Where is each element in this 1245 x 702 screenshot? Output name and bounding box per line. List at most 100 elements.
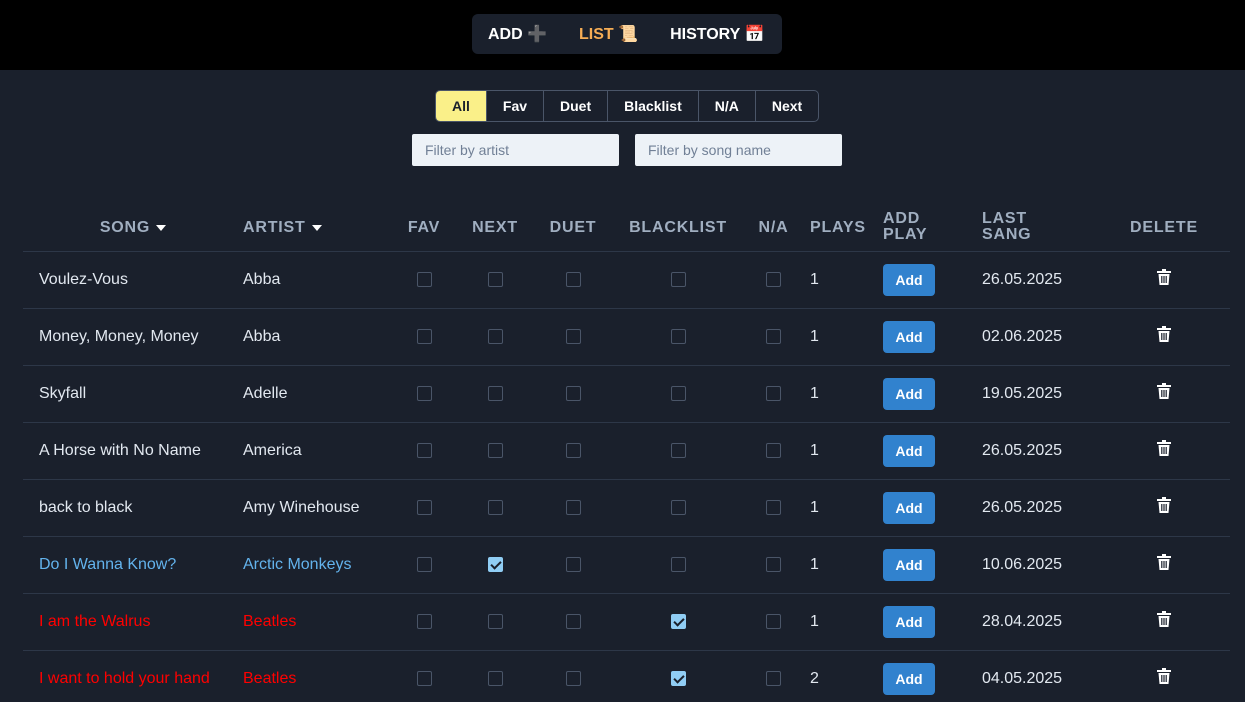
fav-checkbox[interactable]: [416, 670, 432, 686]
duet-checkbox[interactable]: [565, 556, 581, 572]
fav-checkbox[interactable]: [416, 385, 432, 401]
trash-icon[interactable]: [1157, 383, 1171, 404]
add-play-cell: Add: [883, 650, 982, 702]
add-play-button[interactable]: Add: [883, 434, 935, 467]
sort-caret-icon: [156, 224, 167, 231]
duet-checkbox[interactable]: [565, 670, 581, 686]
na-checkbox[interactable]: [766, 556, 781, 572]
blacklist-checkbox[interactable]: [670, 670, 686, 686]
na-checkbox[interactable]: [766, 385, 781, 401]
duet-cell: [535, 593, 611, 651]
next-cell: [455, 593, 535, 651]
next-checkbox[interactable]: [487, 328, 503, 344]
column-header-song[interactable]: SONG: [23, 205, 243, 252]
trash-icon[interactable]: [1157, 611, 1171, 632]
na-checkbox[interactable]: [766, 613, 781, 629]
filter-fav-button[interactable]: Fav: [487, 91, 545, 121]
table-row: back to black Amy Winehouse 1 Add 26.05.2025: [23, 479, 1230, 537]
fav-cell: [393, 422, 455, 480]
filter-blacklist-button[interactable]: Blacklist: [608, 91, 699, 121]
na-cell: [745, 251, 802, 309]
filter-tabs: All Fav Duet Blacklist N/A Next: [435, 90, 820, 122]
fav-checkbox[interactable]: [416, 613, 432, 629]
fav-cell: [393, 365, 455, 423]
blacklist-checkbox[interactable]: [670, 442, 686, 458]
next-cell: [455, 422, 535, 480]
na-cell: [745, 650, 802, 702]
add-play-button[interactable]: Add: [883, 605, 935, 638]
blacklist-cell: [611, 479, 745, 537]
add-play-button[interactable]: Add: [883, 662, 935, 695]
artist-name: Beatles: [243, 650, 393, 702]
nav-list[interactable]: LIST 📜: [579, 24, 638, 44]
trash-icon[interactable]: [1157, 269, 1171, 290]
column-header-add-play: ADD PLAY: [883, 205, 982, 252]
blacklist-checkbox[interactable]: [670, 613, 686, 629]
blacklist-checkbox[interactable]: [670, 271, 686, 287]
last-sang-date: 26.05.2025: [982, 422, 1098, 480]
add-play-cell: Add: [883, 308, 982, 366]
next-checkbox[interactable]: [487, 556, 503, 572]
add-play-button[interactable]: Add: [883, 491, 935, 524]
trash-icon[interactable]: [1157, 326, 1171, 347]
add-play-button[interactable]: Add: [883, 320, 935, 353]
add-play-button[interactable]: Add: [883, 263, 935, 296]
blacklist-cell: [611, 251, 745, 309]
filter-all-button[interactable]: All: [436, 91, 487, 121]
duet-checkbox[interactable]: [565, 271, 581, 287]
song-name: I want to hold your hand: [23, 650, 243, 702]
song-name: back to black: [23, 479, 243, 537]
na-checkbox[interactable]: [766, 499, 781, 515]
nav-add[interactable]: ADD ➕: [488, 24, 547, 44]
duet-checkbox[interactable]: [565, 499, 581, 515]
next-checkbox[interactable]: [487, 385, 503, 401]
duet-checkbox[interactable]: [565, 328, 581, 344]
next-checkbox[interactable]: [487, 499, 503, 515]
filter-duet-button[interactable]: Duet: [544, 91, 609, 121]
add-play-cell: Add: [883, 422, 982, 480]
na-cell: [745, 536, 802, 594]
na-checkbox[interactable]: [766, 271, 781, 287]
na-checkbox[interactable]: [766, 442, 781, 458]
duet-checkbox[interactable]: [565, 613, 581, 629]
column-header-artist[interactable]: ARTIST: [243, 205, 393, 252]
blacklist-checkbox[interactable]: [670, 328, 686, 344]
artist-filter-input[interactable]: [412, 134, 619, 166]
fav-checkbox[interactable]: [416, 556, 432, 572]
filter-next-button[interactable]: Next: [756, 91, 818, 121]
duet-checkbox[interactable]: [565, 385, 581, 401]
blacklist-cell: [611, 650, 745, 702]
fav-checkbox[interactable]: [416, 442, 432, 458]
trash-icon[interactable]: [1157, 440, 1171, 461]
fav-checkbox[interactable]: [416, 499, 432, 515]
last-sang-date: 04.05.2025: [982, 650, 1098, 702]
trash-icon[interactable]: [1157, 554, 1171, 575]
delete-cell: [1098, 308, 1230, 366]
trash-icon[interactable]: [1157, 497, 1171, 518]
na-checkbox[interactable]: [766, 328, 781, 344]
plays-count: 2: [802, 650, 883, 702]
blacklist-checkbox[interactable]: [670, 385, 686, 401]
next-checkbox[interactable]: [487, 271, 503, 287]
next-checkbox[interactable]: [487, 613, 503, 629]
main-nav: ADD ➕ LIST 📜 HISTORY 📅: [472, 14, 782, 54]
delete-cell: [1098, 593, 1230, 651]
blacklist-checkbox[interactable]: [670, 556, 686, 572]
duet-checkbox[interactable]: [565, 442, 581, 458]
na-checkbox[interactable]: [766, 670, 781, 686]
duet-cell: [535, 650, 611, 702]
blacklist-checkbox[interactable]: [670, 499, 686, 515]
fav-checkbox[interactable]: [416, 271, 432, 287]
last-sang-date: 26.05.2025: [982, 479, 1098, 537]
fav-checkbox[interactable]: [416, 328, 432, 344]
add-play-button[interactable]: Add: [883, 548, 935, 581]
song-filter-input[interactable]: [635, 134, 842, 166]
next-checkbox[interactable]: [487, 670, 503, 686]
trash-icon[interactable]: [1157, 668, 1171, 689]
nav-history[interactable]: HISTORY 📅: [670, 24, 764, 44]
next-checkbox[interactable]: [487, 442, 503, 458]
add-play-button[interactable]: Add: [883, 377, 935, 410]
na-cell: [745, 422, 802, 480]
column-header-delete: DELETE: [1098, 205, 1230, 252]
filter-na-button[interactable]: N/A: [699, 91, 756, 121]
